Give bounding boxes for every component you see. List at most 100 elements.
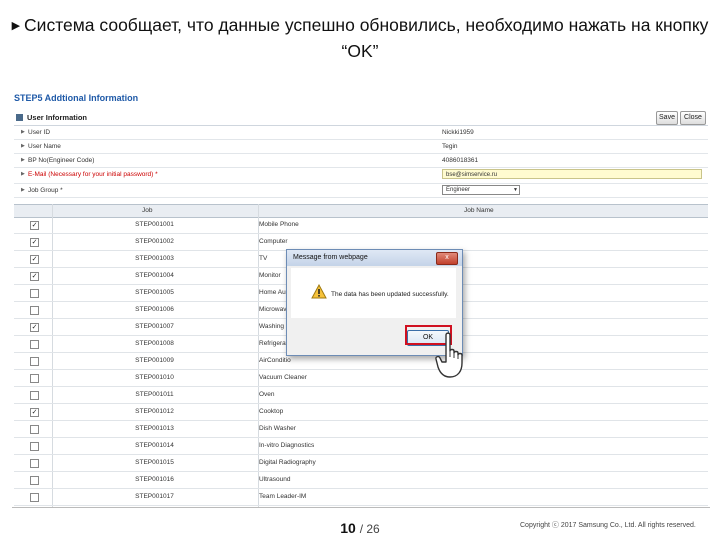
- table-row: STEP001013 Dish Washer: [14, 421, 708, 438]
- table-row: STEP001011 Oven: [14, 387, 708, 404]
- job-name: Ultrasound: [259, 476, 291, 483]
- dialog-close-button[interactable]: x: [436, 252, 458, 265]
- job-name: Digital Radiography: [259, 459, 316, 466]
- row-checkbox[interactable]: ✓: [30, 408, 39, 417]
- row-checkbox[interactable]: [30, 459, 39, 468]
- row-checkbox[interactable]: [30, 306, 39, 315]
- caret-right-icon: ▶: [21, 143, 25, 149]
- close-button[interactable]: Close: [680, 111, 706, 125]
- table-row: ✓ STEP001012 Cooktop: [14, 404, 708, 421]
- job-name: Dish Washer: [259, 425, 296, 432]
- col-job-name-header: Job Name: [464, 207, 494, 214]
- checkmark-icon: ✓: [31, 256, 38, 263]
- warning-icon: [311, 284, 327, 299]
- caret-right-icon: ▶: [21, 171, 25, 177]
- checkmark-icon: ✓: [31, 222, 38, 229]
- table-row: STEP001017 Team Leader-IM: [14, 489, 708, 506]
- copyright-text: Copyright ⓒ 2017 Samsung Co., Ltd. All r…: [520, 522, 696, 529]
- job-code: STEP001014: [135, 442, 174, 449]
- job-code: STEP001007: [135, 323, 174, 330]
- job-code: STEP001010: [135, 374, 174, 381]
- job-code: STEP001012: [135, 408, 174, 415]
- row-checkbox[interactable]: [30, 289, 39, 298]
- instruction-label: Система сообщает, что данные успешно обн…: [24, 15, 709, 61]
- row-checkbox[interactable]: ✓: [30, 238, 39, 247]
- bullet-triangle-icon: ▶: [11, 20, 21, 32]
- save-button[interactable]: Save: [656, 111, 678, 125]
- job-name: Monitor: [259, 272, 281, 279]
- instruction-text: ▶ Система сообщает, что данные успешно об…: [0, 14, 720, 63]
- field-label: E-Mail (Necessary for your initial passw…: [28, 171, 158, 178]
- job-group-select[interactable]: Engineer ▼: [442, 185, 520, 195]
- row-checkbox[interactable]: [30, 340, 39, 349]
- user-info-label: User Information: [27, 113, 88, 122]
- field-row-user-name: ▶ User Name Tegin: [14, 140, 708, 154]
- checkmark-icon: ✓: [31, 324, 38, 331]
- row-checkbox[interactable]: ✓: [30, 255, 39, 264]
- email-field[interactable]: bse@simservice.ru: [442, 169, 702, 179]
- job-code: STEP001001: [135, 221, 174, 228]
- row-checkbox[interactable]: [30, 391, 39, 400]
- field-label: User Name: [28, 143, 61, 150]
- row-checkbox[interactable]: ✓: [30, 221, 39, 230]
- job-name: AirConditio: [259, 357, 291, 364]
- checkmark-icon: ✓: [31, 239, 38, 246]
- checkmark-icon: ✓: [31, 409, 38, 416]
- field-label: User ID: [28, 129, 51, 136]
- dialog-message: The data has been updated successfully.: [331, 291, 449, 298]
- job-code: STEP001002: [135, 238, 174, 245]
- table-row: ✓ STEP001001 Mobile Phone: [14, 217, 708, 234]
- job-code: STEP001009: [135, 357, 174, 364]
- chevron-down-icon: ▼: [513, 187, 518, 193]
- job-name: Vacuum Cleaner: [259, 374, 307, 381]
- row-checkbox[interactable]: [30, 476, 39, 485]
- job-name: Cooktop: [259, 408, 284, 415]
- field-label: BP No(Engineer Code): [28, 157, 95, 164]
- row-checkbox[interactable]: ✓: [30, 272, 39, 281]
- field-row-job-group: ▶ Job Group * Engineer ▼: [14, 184, 708, 198]
- job-code: STEP001017: [135, 493, 174, 500]
- table-row: STEP001016 Ultrasound: [14, 472, 708, 489]
- job-name: Mobile Phone: [259, 221, 299, 228]
- caret-right-icon: ▶: [21, 187, 25, 193]
- job-code: STEP001013: [135, 425, 174, 432]
- dialog-body: The data has been updated successfully.: [291, 268, 456, 318]
- job-code: STEP001003: [135, 255, 174, 262]
- job-code: STEP001005: [135, 289, 174, 296]
- field-row-email: ▶ E-Mail (Necessary for your initial pas…: [14, 168, 708, 184]
- checkmark-icon: ✓: [31, 273, 38, 280]
- user-info-header: User Information: [14, 110, 708, 126]
- row-checkbox[interactable]: [30, 357, 39, 366]
- job-code: STEP001008: [135, 340, 174, 347]
- select-value: Engineer: [446, 187, 471, 193]
- col-job-header: Job: [142, 207, 153, 214]
- field-value: Tegin: [442, 143, 458, 150]
- square-bullet-icon: [16, 114, 23, 121]
- field-value: Nickki1959: [442, 129, 474, 136]
- job-code: STEP001015: [135, 459, 174, 466]
- job-name: TV: [259, 255, 268, 262]
- table-header: Job Job Name: [14, 204, 708, 218]
- job-name: Oven: [259, 391, 275, 398]
- table-row: STEP001015 Digital Radiography: [14, 455, 708, 472]
- row-checkbox[interactable]: [30, 374, 39, 383]
- section-title: STEP5 Addtional Information: [14, 93, 139, 103]
- page-total: / 26: [359, 522, 380, 536]
- field-value: 4086018361: [442, 157, 479, 164]
- row-checkbox[interactable]: [30, 442, 39, 451]
- dialog-title: Message from webpage: [293, 254, 368, 261]
- table-row: STEP001018Team Leader-AV: [14, 506, 708, 507]
- job-code: STEP001006: [135, 306, 174, 313]
- job-name: Team Leader-IM: [259, 493, 307, 500]
- row-checkbox[interactable]: [30, 493, 39, 502]
- job-code: STEP001016: [135, 476, 174, 483]
- caret-right-icon: ▶: [21, 129, 25, 135]
- job-code: STEP001004: [135, 272, 174, 279]
- table-row: STEP001014 In-vitro Diagnostics: [14, 438, 708, 455]
- job-code: STEP001011: [135, 391, 174, 398]
- job-name: In-vitro Diagnostics: [259, 442, 315, 449]
- row-checkbox[interactable]: ✓: [30, 323, 39, 332]
- job-name: Computer: [259, 238, 288, 245]
- table-row: STEP001010 Vacuum Cleaner: [14, 370, 708, 387]
- row-checkbox[interactable]: [30, 425, 39, 434]
